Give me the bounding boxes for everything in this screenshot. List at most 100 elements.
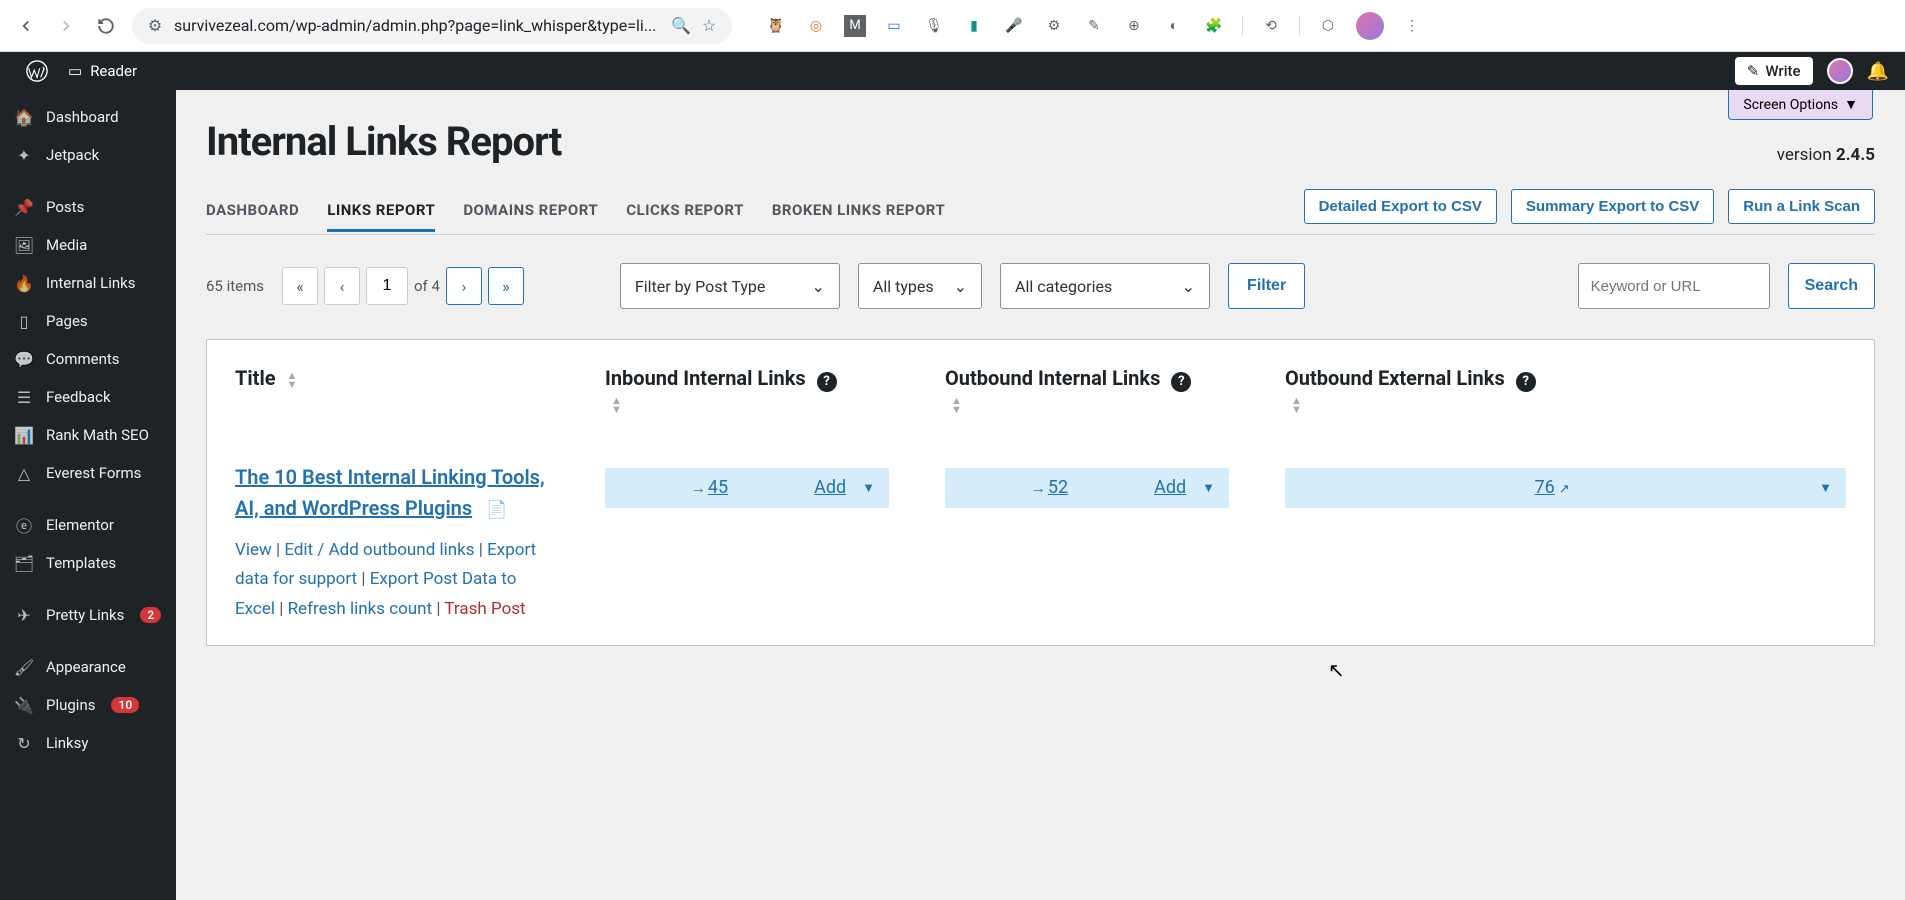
run-link-scan-button[interactable]: Run a Link Scan — [1728, 189, 1875, 224]
extensions-row: 🦉 ◎ M ▭ 🎙 ▮ 🎤 ⚙ ✎ ⊕ ◐ 🧩 ⟲ ⬡ ⋮ — [764, 12, 1424, 40]
extension-icon[interactable]: ⚙ — [1042, 14, 1066, 38]
dashboard-icon: 🏠 — [14, 107, 34, 127]
wp-logo[interactable] — [16, 60, 58, 82]
col-title[interactable]: Title ▲▼ — [207, 340, 577, 442]
sidebar-item-elementor[interactable]: ⓔElementor — [0, 506, 176, 544]
tab-domains-report[interactable]: DOMAINS REPORT — [463, 191, 598, 232]
extension-icon[interactable]: 🎙 — [922, 14, 946, 38]
summary-export-button[interactable]: Summary Export to CSV — [1511, 189, 1714, 224]
reader-link[interactable]: ▭ Reader — [58, 62, 147, 80]
sidebar-item-plugins[interactable]: 🔌Plugins10 — [0, 686, 176, 724]
page-first-button[interactable]: « — [282, 267, 318, 305]
sidebar-item-media[interactable]: 🖼Media — [0, 226, 176, 264]
zoom-icon[interactable]: 🔍 — [672, 17, 690, 35]
profile-avatar[interactable] — [1356, 12, 1384, 40]
reload-button[interactable] — [92, 12, 120, 40]
outbound-internal-count-link[interactable]: 52 — [1048, 477, 1068, 498]
sort-icon: ▲▼ — [287, 371, 298, 389]
dropdown-icon[interactable]: ▼ — [1819, 480, 1832, 496]
sidebar-item-templates[interactable]: 🗂 Templates — [0, 544, 176, 582]
extension-icon[interactable]: ✎ — [1082, 14, 1106, 38]
extension-icon[interactable]: ◐ — [1162, 14, 1186, 38]
tab-broken-links-report[interactable]: BROKEN LINKS REPORT — [772, 191, 945, 232]
post-type-select[interactable]: Filter by Post Type ⌄ — [620, 263, 840, 309]
select-label: Filter by Post Type — [635, 277, 765, 296]
search-input[interactable] — [1578, 263, 1770, 309]
help-icon[interactable]: ? — [1171, 372, 1191, 392]
tab-dashboard[interactable]: DASHBOARD — [206, 191, 299, 232]
chrome-menu-icon[interactable]: ⋮ — [1400, 14, 1424, 38]
history-icon[interactable]: ⟲ — [1259, 14, 1283, 38]
page-next-button[interactable]: › — [446, 267, 482, 305]
extension-icon[interactable]: M — [844, 15, 866, 37]
sidebar-item-internal-links[interactable]: 🔥Internal Links — [0, 264, 176, 302]
screen-options-toggle[interactable]: Screen Options ▼ — [1728, 90, 1873, 120]
select-label: All categories — [1015, 277, 1112, 296]
detailed-export-button[interactable]: Detailed Export to CSV — [1304, 189, 1497, 224]
page-icon: ▯ — [14, 311, 34, 331]
extension-icon[interactable]: ▭ — [882, 14, 906, 38]
page-last-button[interactable]: » — [488, 267, 524, 305]
edit-link[interactable]: Edit / Add outbound links — [284, 540, 474, 560]
sidebar-item-pages[interactable]: ▯Pages — [0, 302, 176, 340]
sidebar-item-rankmath[interactable]: 📊Rank Math SEO — [0, 416, 176, 454]
tab-clicks-report[interactable]: CLICKS REPORT — [626, 191, 744, 232]
sidebar-item-everest[interactable]: △Everest Forms — [0, 454, 176, 492]
add-outbound-link[interactable]: Add — [1154, 477, 1186, 498]
sidebar-item-label: Comments — [46, 350, 120, 368]
col-outbound-external[interactable]: Outbound External Links ? ▲▼ — [1257, 340, 1874, 442]
write-button[interactable]: ✎ Write — [1735, 57, 1813, 85]
col-inbound[interactable]: Inbound Internal Links ? ▲▼ — [577, 340, 917, 442]
site-settings-icon[interactable]: ⚙ — [146, 17, 164, 35]
inbound-count-link[interactable]: 45 — [708, 477, 728, 498]
chevron-down-icon: ⌄ — [954, 277, 967, 296]
comment-icon: 💬 — [14, 349, 34, 369]
categories-select[interactable]: All categories ⌄ — [1000, 263, 1210, 309]
add-inbound-link[interactable]: Add — [814, 477, 846, 498]
forward-button[interactable] — [52, 12, 80, 40]
bookmark-star-icon[interactable]: ☆ — [700, 17, 718, 35]
all-types-select[interactable]: All types ⌄ — [858, 263, 982, 309]
sidebar-item-linksy[interactable]: ↻Linksy — [0, 724, 176, 762]
address-bar[interactable]: ⚙ survivezeal.com/wp-admin/admin.php?pag… — [132, 8, 732, 44]
extension-icon[interactable]: ⬡ — [1316, 14, 1340, 38]
dropdown-icon[interactable]: ▼ — [862, 480, 875, 496]
extension-icon[interactable]: 🎤 — [1002, 14, 1026, 38]
dropdown-icon[interactable]: ▼ — [1202, 480, 1215, 496]
user-avatar[interactable] — [1827, 58, 1853, 84]
refresh-link[interactable]: Refresh links count — [288, 599, 433, 619]
plane-icon: ✈ — [14, 605, 34, 625]
view-link[interactable]: View — [235, 540, 272, 560]
back-button[interactable] — [12, 12, 40, 40]
sidebar-item-dashboard[interactable]: 🏠 Dashboard — [0, 98, 176, 136]
sidebar-item-feedback[interactable]: ☰Feedback — [0, 378, 176, 416]
sidebar-item-posts[interactable]: 📌Posts — [0, 188, 176, 226]
layers-icon: 🗂 — [14, 553, 34, 573]
trash-link[interactable]: Trash Post — [444, 599, 525, 619]
screen-options-label: Screen Options — [1743, 97, 1838, 113]
extension-icon[interactable]: ◎ — [804, 14, 828, 38]
extension-icon[interactable]: 🦉 — [764, 14, 788, 38]
sidebar-item-label: Templates — [46, 554, 116, 572]
sidebar-item-appearance[interactable]: 🖌Appearance — [0, 648, 176, 686]
sidebar-item-label: Dashboard — [46, 108, 119, 126]
media-icon: 🖼 — [14, 235, 34, 255]
filter-button[interactable]: Filter — [1228, 263, 1305, 309]
page-prev-button[interactable]: ‹ — [324, 267, 360, 305]
sidebar-item-jetpack[interactable]: ✦Jetpack — [0, 136, 176, 174]
notifications-icon[interactable]: 🔔 — [1867, 61, 1889, 82]
col-outbound-internal[interactable]: Outbound Internal Links ? ▲▼ — [917, 340, 1257, 442]
help-icon[interactable]: ? — [1516, 372, 1536, 392]
search-button[interactable]: Search — [1788, 263, 1875, 309]
sidebar-item-prettylinks[interactable]: ✈Pretty Links2 — [0, 596, 176, 634]
extension-icon[interactable]: ⊕ — [1122, 14, 1146, 38]
outbound-external-count-link[interactable]: 76 — [1534, 477, 1554, 498]
separator — [1242, 16, 1243, 36]
tab-links-report[interactable]: LINKS REPORT — [327, 191, 435, 232]
help-icon[interactable]: ? — [817, 372, 837, 392]
extensions-menu-icon[interactable]: 🧩 — [1202, 14, 1226, 38]
page-input[interactable] — [366, 267, 408, 305]
write-label: Write — [1765, 62, 1800, 80]
extension-icon[interactable]: ▮ — [962, 14, 986, 38]
sidebar-item-comments[interactable]: 💬 Comments — [0, 340, 176, 378]
